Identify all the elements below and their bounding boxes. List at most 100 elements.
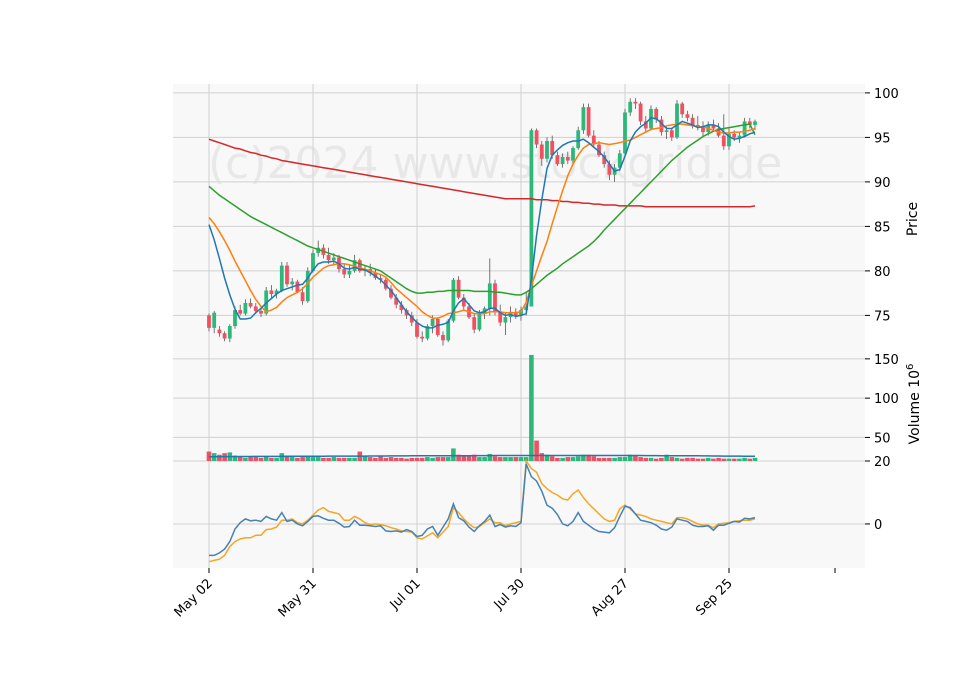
volume-bar <box>622 457 628 461</box>
candle-body <box>420 336 425 339</box>
volume-bar <box>555 457 560 461</box>
candle-body <box>732 133 737 138</box>
volume-bar <box>513 457 519 461</box>
candle-body <box>347 270 352 275</box>
candle-body <box>742 121 747 136</box>
price-y-tick-label: 80 <box>874 265 891 280</box>
volume-bar <box>679 458 685 461</box>
volume-bar <box>659 457 664 461</box>
candle-body <box>669 130 674 138</box>
volume-bar <box>560 457 565 461</box>
volume-y-tick-label: 50 <box>874 431 891 446</box>
candle-body <box>628 101 633 113</box>
volume-bar <box>315 457 321 461</box>
volume-bar <box>378 456 383 461</box>
candle-body <box>753 121 757 125</box>
candle-body <box>576 130 581 149</box>
volume-bar <box>336 457 342 461</box>
volume-bar <box>643 457 649 461</box>
volume-bar <box>295 457 300 461</box>
volume-bar <box>248 457 253 461</box>
candle-body <box>269 290 274 295</box>
candle-body <box>555 155 560 165</box>
volume-bar <box>726 458 732 461</box>
volume-bar <box>425 457 430 461</box>
price-y-tick-label: 95 <box>874 131 891 146</box>
volume-bar <box>731 458 737 461</box>
volume-bar <box>331 457 337 461</box>
volume-bar <box>617 457 623 461</box>
candle-body <box>222 333 227 339</box>
candle-body <box>721 135 726 147</box>
candle-body <box>565 156 570 161</box>
volume-bar <box>549 456 555 461</box>
candle-body <box>342 269 347 275</box>
volume-bar <box>326 457 331 461</box>
chart-svg: (c)2024 www.stockgrid.de May 02 May 31 Jul… <box>172 84 923 620</box>
volume-bar <box>690 457 695 461</box>
volume-bar <box>503 457 508 461</box>
volume-bar <box>409 457 415 461</box>
volume-bar <box>752 457 758 461</box>
volume-bar <box>274 457 279 461</box>
x-tick-label: Jul 01 <box>387 576 424 613</box>
candle-body <box>545 140 549 159</box>
volume-bar <box>705 457 711 461</box>
candle-body <box>243 302 248 314</box>
volume-bar <box>388 457 394 461</box>
price-panel-bg <box>173 84 865 351</box>
volume-bar <box>747 458 753 461</box>
price-y-tick-label: 85 <box>874 220 891 235</box>
volume-axis-label: Volume <box>907 392 923 444</box>
volume-bar <box>648 457 654 461</box>
volume-bar <box>669 457 675 461</box>
candle-body <box>415 322 419 337</box>
candle-body <box>212 312 217 328</box>
candle-body <box>675 103 679 138</box>
x-tick-label: Jul 30 <box>491 576 528 613</box>
volume-bar <box>399 457 404 461</box>
candle-body <box>539 144 544 159</box>
candle-body <box>503 317 508 323</box>
volume-bar <box>575 456 581 461</box>
volume-bar <box>466 456 472 461</box>
candle-body <box>664 130 669 133</box>
candle-body <box>623 112 627 154</box>
candle-body <box>571 148 575 161</box>
volume-bar <box>539 453 545 461</box>
volume-bar <box>601 457 607 461</box>
oscillator-panel-bg <box>173 461 865 568</box>
x-tick-label: Sep 25 <box>693 576 736 619</box>
volume-bar <box>612 457 617 461</box>
oscillator-y-tick-label: 0 <box>874 518 882 533</box>
candle-body <box>477 313 482 330</box>
volume-bar <box>373 457 378 461</box>
volume-bar <box>367 457 373 461</box>
candle-body <box>227 326 232 339</box>
watermark: (c)2024 www.stockgrid.de <box>208 138 782 189</box>
candle-body <box>207 315 211 328</box>
volume-y-tick-label: 150 <box>874 353 899 368</box>
volume-bar <box>440 457 446 461</box>
candle-body <box>441 334 445 341</box>
volume-bar <box>529 354 534 461</box>
volume-bar <box>352 457 357 461</box>
volume-bar <box>383 457 389 461</box>
volume-bar <box>451 448 456 461</box>
volume-bar <box>243 457 248 461</box>
volume-bar <box>591 456 597 461</box>
volume-bar <box>742 457 747 461</box>
volume-bar <box>430 457 435 461</box>
volume-bar <box>497 457 503 461</box>
candle-body <box>326 254 331 261</box>
volume-bar <box>435 457 441 461</box>
volume-y-tick-label: 100 <box>874 392 899 407</box>
volume-bar <box>638 457 643 461</box>
candle-body <box>331 257 336 261</box>
volume-bar <box>269 457 274 461</box>
candle-body <box>638 103 643 122</box>
volume-bar <box>404 458 409 461</box>
price-y-tick-label: 75 <box>874 309 891 324</box>
x-tick-label: Aug 27 <box>589 576 632 619</box>
volume-bar <box>607 457 612 461</box>
